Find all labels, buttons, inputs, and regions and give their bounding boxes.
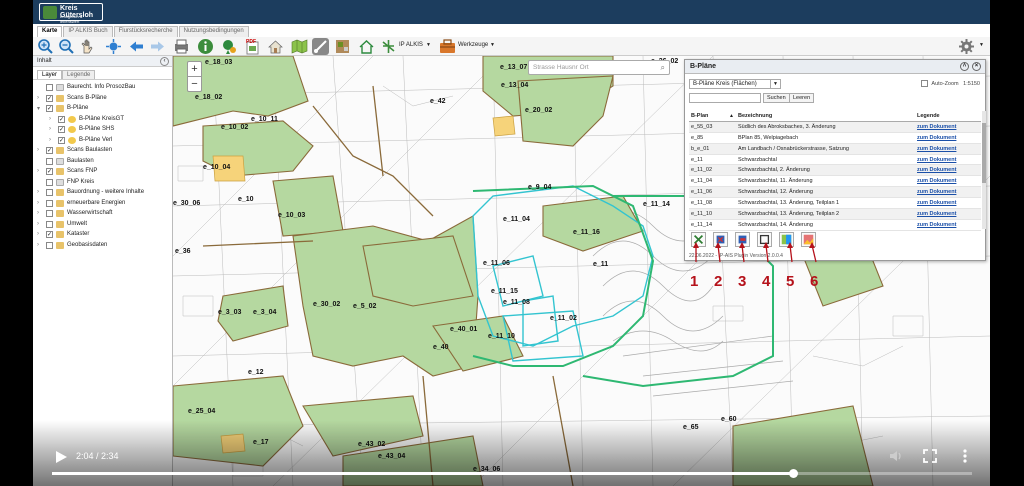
play-icon[interactable] bbox=[54, 450, 68, 464]
annotation-number-4: 4 bbox=[762, 273, 771, 290]
annotation-number-3: 3 bbox=[738, 273, 747, 290]
annotation-number-2: 2 bbox=[714, 273, 723, 290]
annotation-number-6: 6 bbox=[810, 273, 819, 290]
video-time: 2:04 / 2:34 bbox=[76, 451, 119, 461]
video-progress-bar[interactable] bbox=[52, 469, 972, 478]
volume-icon[interactable] bbox=[888, 448, 904, 464]
annotation-number-1: 1 bbox=[690, 273, 699, 290]
annotation-arrows bbox=[693, 242, 817, 263]
more-options-icon[interactable] bbox=[957, 448, 973, 464]
app-frame: Kreis Gütersloh erfolgreich & lebenswert… bbox=[33, 0, 990, 486]
fullscreen-icon[interactable] bbox=[922, 448, 938, 464]
annotation-number-5: 5 bbox=[786, 273, 795, 290]
video-progress-fill bbox=[52, 472, 793, 475]
video-scrubber-knob[interactable] bbox=[788, 469, 798, 478]
